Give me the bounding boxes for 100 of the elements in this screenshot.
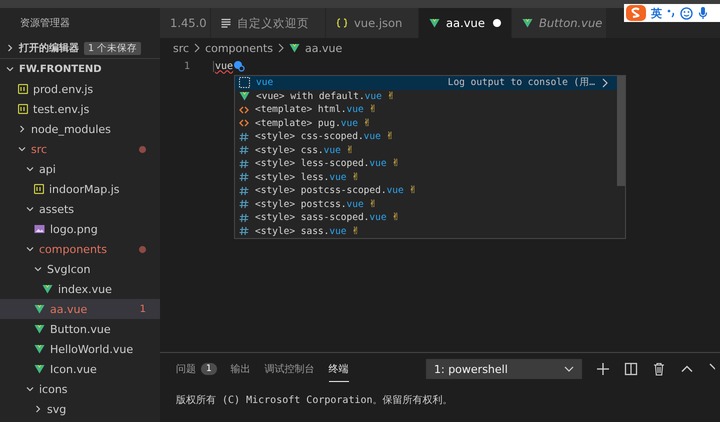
file-tree-item[interactable]: index.vue xyxy=(0,279,160,299)
file-tree-item[interactable]: aa.vue 1 xyxy=(0,299,160,319)
js-file-icon xyxy=(34,184,44,194)
unsaved-badge: 1 个未保存 xyxy=(84,42,142,54)
chevron-down-icon[interactable] xyxy=(26,205,34,213)
snippet-icon xyxy=(239,77,250,88)
editor-tab[interactable]: 自定义欢迎页 xyxy=(211,8,326,38)
vue-file-icon xyxy=(239,91,250,102)
chevron-right-icon[interactable] xyxy=(601,78,609,88)
chevron-down-icon[interactable] xyxy=(18,145,26,153)
terminal-text: 版权所有 (C) Microsoft Corporation。保留所有权利。 xyxy=(175,394,454,408)
chevron-down-icon[interactable] xyxy=(34,265,42,273)
plus-icon[interactable] xyxy=(596,362,610,376)
suggestion-item[interactable]: <style> less-scoped.vue ✌ xyxy=(235,157,617,170)
suggestion-item[interactable]: <style> sass-scoped.vue ✌ xyxy=(235,211,617,224)
microphone-icon[interactable] xyxy=(698,6,708,20)
code-brackets-icon xyxy=(239,118,249,128)
chevron-right-icon[interactable] xyxy=(18,125,26,133)
sidebar-title: 资源管理器 xyxy=(20,17,70,30)
chevron-right-icon xyxy=(193,43,202,53)
file-tree-item[interactable]: svg xyxy=(0,399,160,419)
suggestion-item[interactable]: <style> postcss-scoped.vue ✌ xyxy=(235,184,617,198)
trash-icon[interactable] xyxy=(652,362,666,376)
breadcrumb-item[interactable]: aa.vue xyxy=(289,42,342,54)
file-tree-item[interactable]: src xyxy=(0,139,160,159)
suggestion-item[interactable]: <style> css-scoped.vue ✌ xyxy=(235,130,617,144)
suggestion-item[interactable]: <style> sass.vue ✌ xyxy=(235,224,617,238)
file-tree-item[interactable]: prod.env.js xyxy=(0,79,160,99)
file-tree-item[interactable]: Button.vue xyxy=(0,319,160,339)
hash-icon xyxy=(239,199,249,210)
open-editors-header[interactable]: 打开的编辑器 1 个未保存 xyxy=(0,38,160,58)
panel-tab[interactable]: 问题 1 xyxy=(176,356,217,382)
file-tree-item[interactable]: components xyxy=(0,239,160,259)
suggestion-item[interactable]: <style> postcss.vue ✌ xyxy=(235,198,617,211)
breadcrumb-item[interactable]: src xyxy=(173,42,190,54)
image-file-icon xyxy=(34,224,45,234)
editor-tab[interactable]: aa.vue xyxy=(419,8,512,38)
project-header[interactable]: FW.FRONTEND xyxy=(0,58,160,79)
chevron-down-icon xyxy=(564,365,574,373)
editor-tab[interactable]: Button.vue xyxy=(512,8,608,38)
ime-mode[interactable]: 英 xyxy=(651,6,662,20)
js-file-icon xyxy=(18,84,28,94)
vue-file-icon xyxy=(522,18,533,28)
suggestion-item[interactable]: <vue> with default.vue ✌ xyxy=(235,90,617,103)
panel-tab[interactable]: 调试控制台 xyxy=(264,356,315,382)
suggestion-item[interactable]: vue Log output to console (用… xyxy=(235,76,617,90)
emoji-icon[interactable] xyxy=(680,6,693,20)
panel-tab[interactable]: 终端 xyxy=(328,356,349,382)
panel-tab[interactable]: 输出 xyxy=(230,356,251,382)
hash-icon xyxy=(239,172,249,182)
code-brackets-icon xyxy=(239,104,249,115)
hash-icon xyxy=(239,158,249,169)
file-tree-item[interactable]: Icon.vue xyxy=(0,359,160,379)
chevron-right-icon[interactable] xyxy=(34,405,42,413)
file-tree-item[interactable]: HelloWorld.vue xyxy=(0,339,160,359)
editor-tab[interactable]: vue.json xyxy=(326,8,419,38)
editor-tab[interactable]: 1.45.0 xyxy=(160,8,211,38)
problem-count: 1 xyxy=(201,362,217,374)
breadcrumb-item[interactable]: components xyxy=(205,42,274,54)
braces-icon xyxy=(336,18,348,28)
scrollbar[interactable] xyxy=(617,76,625,186)
hash-icon xyxy=(239,145,249,156)
punctuation-icon[interactable] xyxy=(667,7,675,19)
vue-file-icon xyxy=(289,43,300,53)
file-tree-item[interactable]: logo.png xyxy=(0,219,160,239)
js-file-icon xyxy=(18,104,28,114)
suggestion-item[interactable]: <style> css.vue ✌ xyxy=(235,144,617,157)
chevron-down-icon[interactable] xyxy=(6,65,14,73)
file-tree-item[interactable]: node_modules xyxy=(0,119,160,139)
suggestion-item[interactable]: <template> pug.vue ✌ xyxy=(235,116,617,130)
chevron-right-icon xyxy=(277,43,286,53)
chevron-down-icon[interactable] xyxy=(26,165,34,173)
vue-file-icon xyxy=(34,304,45,314)
vue-file-icon xyxy=(429,18,440,28)
chevron-right-icon[interactable] xyxy=(6,44,14,52)
suggestion-detail: Log output to console (用… xyxy=(448,76,595,90)
file-tree-item[interactable]: icons xyxy=(0,379,160,399)
terminal-dropdown[interactable]: 1: powershell xyxy=(426,359,582,379)
vue-file-icon xyxy=(34,364,45,374)
problem-count: 1 xyxy=(140,304,146,314)
chevron-down-icon[interactable] xyxy=(26,385,34,393)
file-tree-item[interactable]: SvgIcon xyxy=(0,259,160,279)
hash-icon xyxy=(239,226,249,236)
line-number: 1 xyxy=(182,60,191,72)
code-text: vue xyxy=(213,60,234,72)
file-tree-item[interactable]: assets xyxy=(0,199,160,219)
vue-file-icon xyxy=(34,344,45,354)
vue-file-icon xyxy=(42,284,53,294)
suggestion-item[interactable]: <template> html.vue ✌ xyxy=(235,103,617,116)
document-icon xyxy=(221,18,231,28)
file-tree-item[interactable]: indoorMap.js xyxy=(0,179,160,199)
chevron-down-icon[interactable] xyxy=(26,245,34,253)
hash-icon xyxy=(239,212,249,223)
hash-icon xyxy=(239,186,249,196)
file-tree-item[interactable]: api xyxy=(0,159,160,179)
suggestion-item[interactable]: <style> less.vue ✌ xyxy=(235,170,617,184)
vue-file-icon xyxy=(34,324,45,334)
split-icon[interactable] xyxy=(624,362,638,376)
file-tree-item[interactable]: test.env.js xyxy=(0,99,160,119)
ime-logo-icon[interactable] xyxy=(626,5,646,21)
